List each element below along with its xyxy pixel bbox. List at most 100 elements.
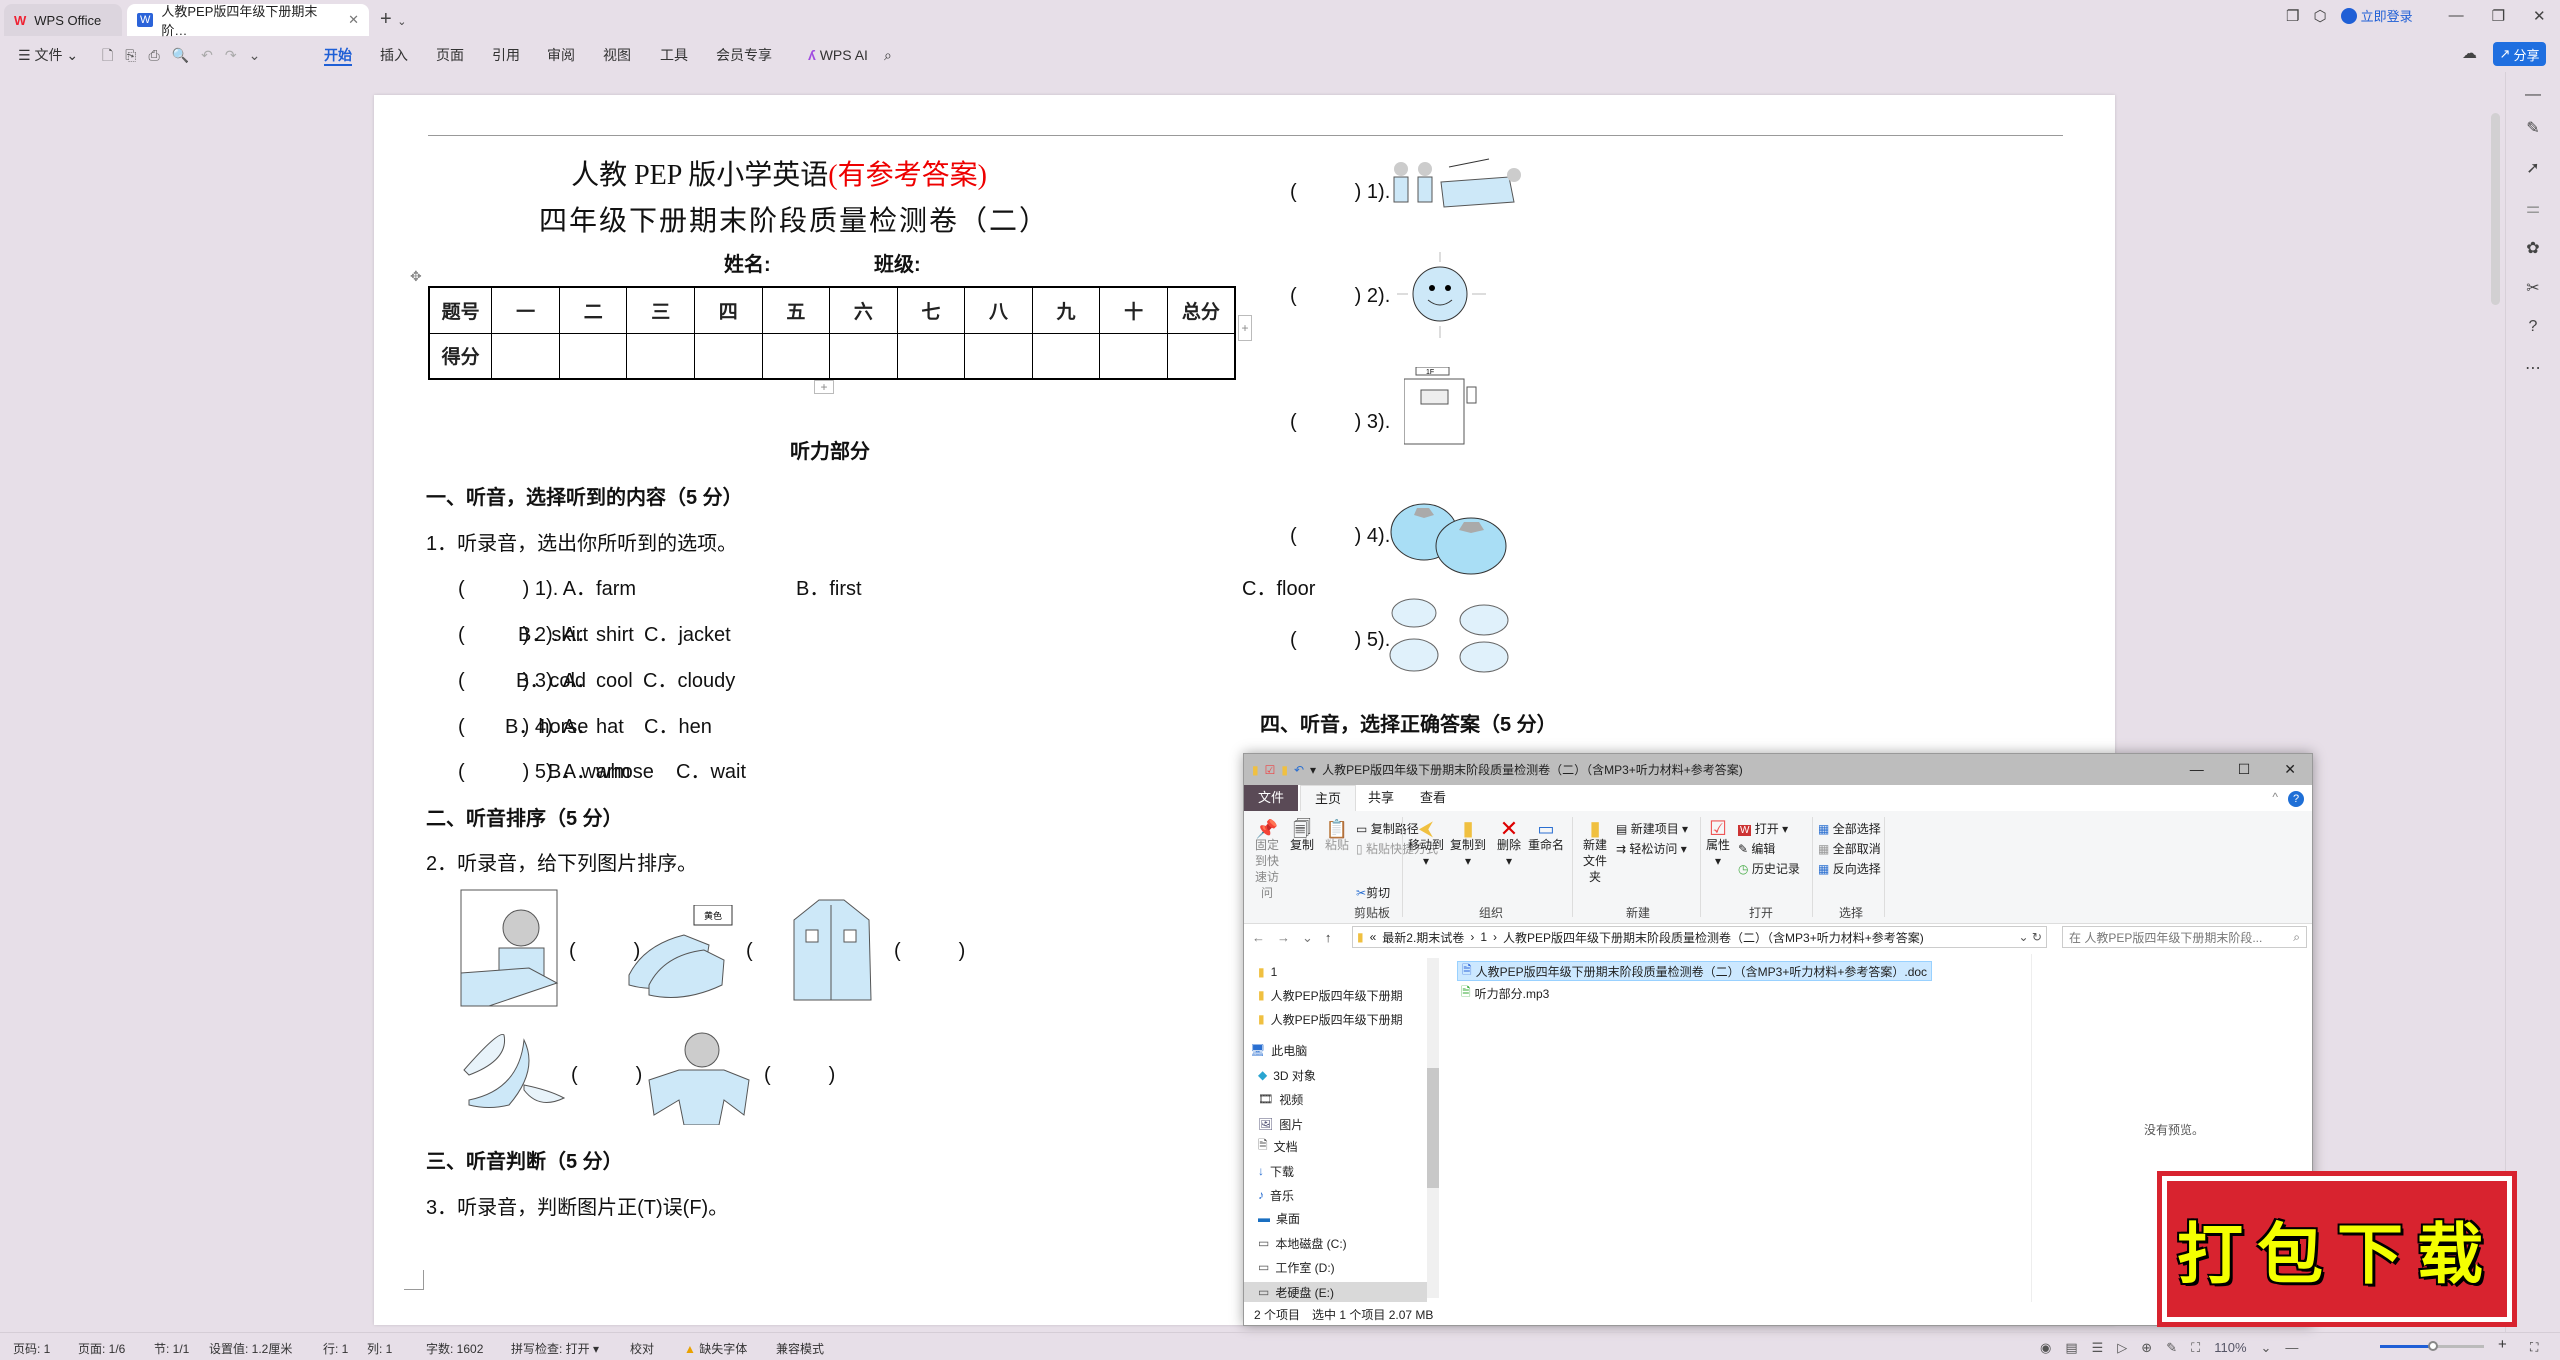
add-column-button[interactable]: + bbox=[1238, 315, 1252, 341]
new-item-button[interactable]: ▤ 新建项目 ▾ bbox=[1616, 821, 1688, 837]
nav-item[interactable]: 🗎 文档 bbox=[1258, 1136, 1298, 1156]
collapse-icon[interactable]: — bbox=[2522, 86, 2544, 108]
paste-button[interactable]: 📋 粘贴 bbox=[1322, 820, 1352, 853]
back-icon[interactable]: ← bbox=[1252, 930, 1265, 946]
edit-button[interactable]: ✎ 编辑 bbox=[1738, 841, 1775, 857]
eye-icon[interactable]: ◉ bbox=[2040, 1340, 2051, 1356]
picture-answer-blank[interactable]: () 2). bbox=[1290, 285, 1390, 308]
wps-ai-button[interactable]: ʎ WPS AI bbox=[808, 44, 868, 66]
close-button[interactable]: ✕ bbox=[2533, 7, 2546, 25]
tab-review[interactable]: 审阅 bbox=[547, 44, 575, 66]
nav-item[interactable]: ▭ 老硬盘 (E:) bbox=[1244, 1282, 1427, 1302]
more-chevron-icon[interactable]: ⌄ bbox=[249, 44, 261, 66]
address-bar[interactable]: ▮ « 最新2.期末试卷 › 1 › 人教PEP版四年级下册期末阶段质量检测卷（… bbox=[1352, 926, 2047, 948]
help-icon[interactable]: ? bbox=[2288, 791, 2304, 807]
up-icon[interactable]: ↑ bbox=[1325, 930, 1332, 946]
print-icon[interactable]: ⎙ bbox=[148, 44, 159, 66]
help-icon[interactable]: ? bbox=[2522, 318, 2544, 340]
search-box[interactable]: 在 人教PEP版四年级下册期末阶段... ⌕ bbox=[2062, 926, 2307, 948]
outline-view-icon[interactable]: ☰ bbox=[2092, 1340, 2104, 1356]
select-none-button[interactable]: ▦ 全部取消 bbox=[1818, 841, 1881, 857]
invert-selection-button[interactable]: ▦ 反向选择 bbox=[1818, 861, 1881, 877]
status-pages[interactable]: 页面: 1/6 bbox=[78, 1340, 125, 1357]
fit-page-icon[interactable]: ⛶ bbox=[2191, 1340, 2200, 1356]
status-section[interactable]: 节: 1/1 bbox=[154, 1340, 189, 1357]
ribbon-tab-file[interactable]: 文件 bbox=[1244, 785, 1299, 811]
close-icon[interactable]: ✕ bbox=[348, 12, 359, 28]
history-button[interactable]: ◷ 历史记录 bbox=[1738, 861, 1800, 877]
picture-answer-blank[interactable]: () 4). bbox=[1290, 525, 1390, 548]
minimize-button[interactable]: — bbox=[2449, 7, 2464, 24]
easy-access-button[interactable]: ⇉ 轻松访问 ▾ bbox=[1616, 841, 1687, 857]
copy-to-button[interactable]: ▮ 复制到 ▾ bbox=[1448, 819, 1488, 869]
zoom-dropdown-icon[interactable]: ⌄ bbox=[2261, 1340, 2272, 1356]
status-word-count[interactable]: 字数: 1602 bbox=[426, 1340, 483, 1357]
dropdown-icon[interactable]: ▾ bbox=[1310, 763, 1316, 777]
address-dropdown-icon[interactable]: ⌄ ↻ bbox=[2019, 930, 2046, 944]
copy-button[interactable]: 🗐 复制 bbox=[1288, 820, 1316, 853]
cloud-icon[interactable]: ☁ bbox=[2462, 44, 2477, 62]
nav-item[interactable]: 🖥 此电脑 bbox=[1250, 1040, 1307, 1060]
cell[interactable] bbox=[1031, 332, 1101, 380]
nav-item[interactable]: ♪ 音乐 bbox=[1258, 1185, 1294, 1205]
nav-scroll-thumb[interactable] bbox=[1427, 1068, 1439, 1188]
ribbon-tab-share[interactable]: 共享 bbox=[1354, 785, 1408, 811]
picture-answer-blank[interactable]: () 5). bbox=[1290, 629, 1390, 652]
breadcrumb-item[interactable]: 人教PEP版四年级下册期末阶段质量检测卷（二）（含MP3+听力材料+参考答案) bbox=[1503, 929, 1924, 946]
proofread-button[interactable]: 校对 bbox=[630, 1340, 654, 1357]
adjust-icon[interactable]: ⚌ bbox=[2522, 198, 2544, 220]
login-button[interactable]: 立即登录 bbox=[2340, 6, 2413, 25]
order-blank[interactable]: () bbox=[571, 1064, 642, 1087]
pen-icon[interactable]: ✎ bbox=[2522, 118, 2544, 140]
tools-icon[interactable]: ✂ bbox=[2522, 278, 2544, 300]
search-icon[interactable]: ⌕ bbox=[884, 44, 892, 66]
order-blank[interactable]: () bbox=[764, 1064, 835, 1087]
play-icon[interactable]: ▷ bbox=[2117, 1340, 2127, 1356]
forward-icon[interactable]: → bbox=[1277, 930, 1290, 946]
export-icon[interactable]: ⎘ bbox=[125, 44, 136, 66]
maximize-button[interactable]: ☐ bbox=[2238, 761, 2251, 778]
status-col[interactable]: 列: 1 bbox=[367, 1340, 392, 1357]
breadcrumb-item[interactable]: 最新2.期末试卷 bbox=[1382, 929, 1464, 946]
move-to-button[interactable]: ⮜ 移动到 ▾ bbox=[1406, 819, 1446, 869]
nav-item[interactable]: ▮ 人教PEP版四年级下册期 bbox=[1258, 985, 1403, 1005]
cell[interactable] bbox=[761, 332, 831, 380]
nav-item[interactable]: ▮ 人教PEP版四年级下册期 bbox=[1258, 1009, 1403, 1029]
nav-item[interactable]: ▭ 工作室 (D:) bbox=[1258, 1257, 1335, 1277]
nav-item[interactable]: ◆ 3D 对象 bbox=[1258, 1065, 1316, 1085]
tab-tools[interactable]: 工具 bbox=[660, 44, 688, 66]
status-setting[interactable]: 设置值: 1.2厘米 bbox=[209, 1340, 292, 1357]
explorer-title-bar[interactable]: ▮ ☑ ▮ ↶ ▾ 人教PEP版四年级下册期末阶段质量检测卷（二）（含MP3+听力材料+… bbox=[1244, 754, 2312, 785]
package-download-stamp[interactable]: 打包下载 bbox=[2157, 1171, 2517, 1327]
nav-item[interactable]: ↓ 下载 bbox=[1258, 1161, 1294, 1181]
picture-answer-blank[interactable]: () 3). bbox=[1290, 411, 1390, 434]
format-icon[interactable]: ✿ bbox=[2522, 238, 2544, 260]
minimize-button[interactable]: — bbox=[2190, 761, 2204, 778]
order-blank[interactable]: () bbox=[894, 940, 965, 963]
tab-references[interactable]: 引用 bbox=[492, 44, 520, 66]
pen-icon[interactable]: ✎ bbox=[2166, 1340, 2177, 1356]
file-menu[interactable]: ☰ 文件 ⌄ bbox=[18, 44, 78, 66]
share-button[interactable]: ↗ 分享 bbox=[2493, 42, 2546, 66]
more-icon[interactable]: ⋯ bbox=[2522, 358, 2544, 380]
breadcrumb-separator[interactable]: › bbox=[1470, 930, 1474, 944]
missing-font-button[interactable]: ▲ 缺失字体 bbox=[684, 1340, 747, 1357]
tab-insert[interactable]: 插入 bbox=[380, 44, 408, 66]
tab-wps-office[interactable]: W WPS Office bbox=[4, 4, 122, 36]
status-page[interactable]: 页码: 1 bbox=[13, 1340, 50, 1357]
restore-button[interactable]: ❐ bbox=[2492, 7, 2505, 25]
redo-icon[interactable]: ↷ bbox=[225, 44, 237, 66]
nav-item[interactable]: 🎞 视频 bbox=[1258, 1089, 1303, 1109]
cube-icon[interactable]: ⬡ bbox=[2313, 7, 2326, 25]
breadcrumb-separator[interactable]: › bbox=[1493, 930, 1497, 944]
file-explorer-window[interactable]: ▮ ☑ ▮ ↶ ▾ 人教PEP版四年级下册期末阶段质量检测卷（二）（含MP3+听力材料+… bbox=[1243, 753, 2313, 1326]
recent-icon[interactable]: ⌄ bbox=[1302, 930, 1313, 946]
web-view-icon[interactable]: ⊕ bbox=[2141, 1340, 2152, 1356]
breadcrumb-item[interactable]: 1 bbox=[1480, 930, 1487, 944]
vertical-scrollbar[interactable] bbox=[2491, 113, 2500, 305]
undo-icon[interactable]: ↶ bbox=[201, 44, 213, 66]
file-list-item[interactable]: 🗎 人教PEP版四年级下册期末阶段质量检测卷（二）（含MP3+听力材料+参考答案）… bbox=[1457, 961, 1933, 981]
file-list-item[interactable]: 🗎 听力部分.mp3 bbox=[1457, 983, 1553, 1003]
tab-view[interactable]: 视图 bbox=[603, 44, 631, 66]
nav-scrollbar[interactable] bbox=[1427, 958, 1439, 1298]
